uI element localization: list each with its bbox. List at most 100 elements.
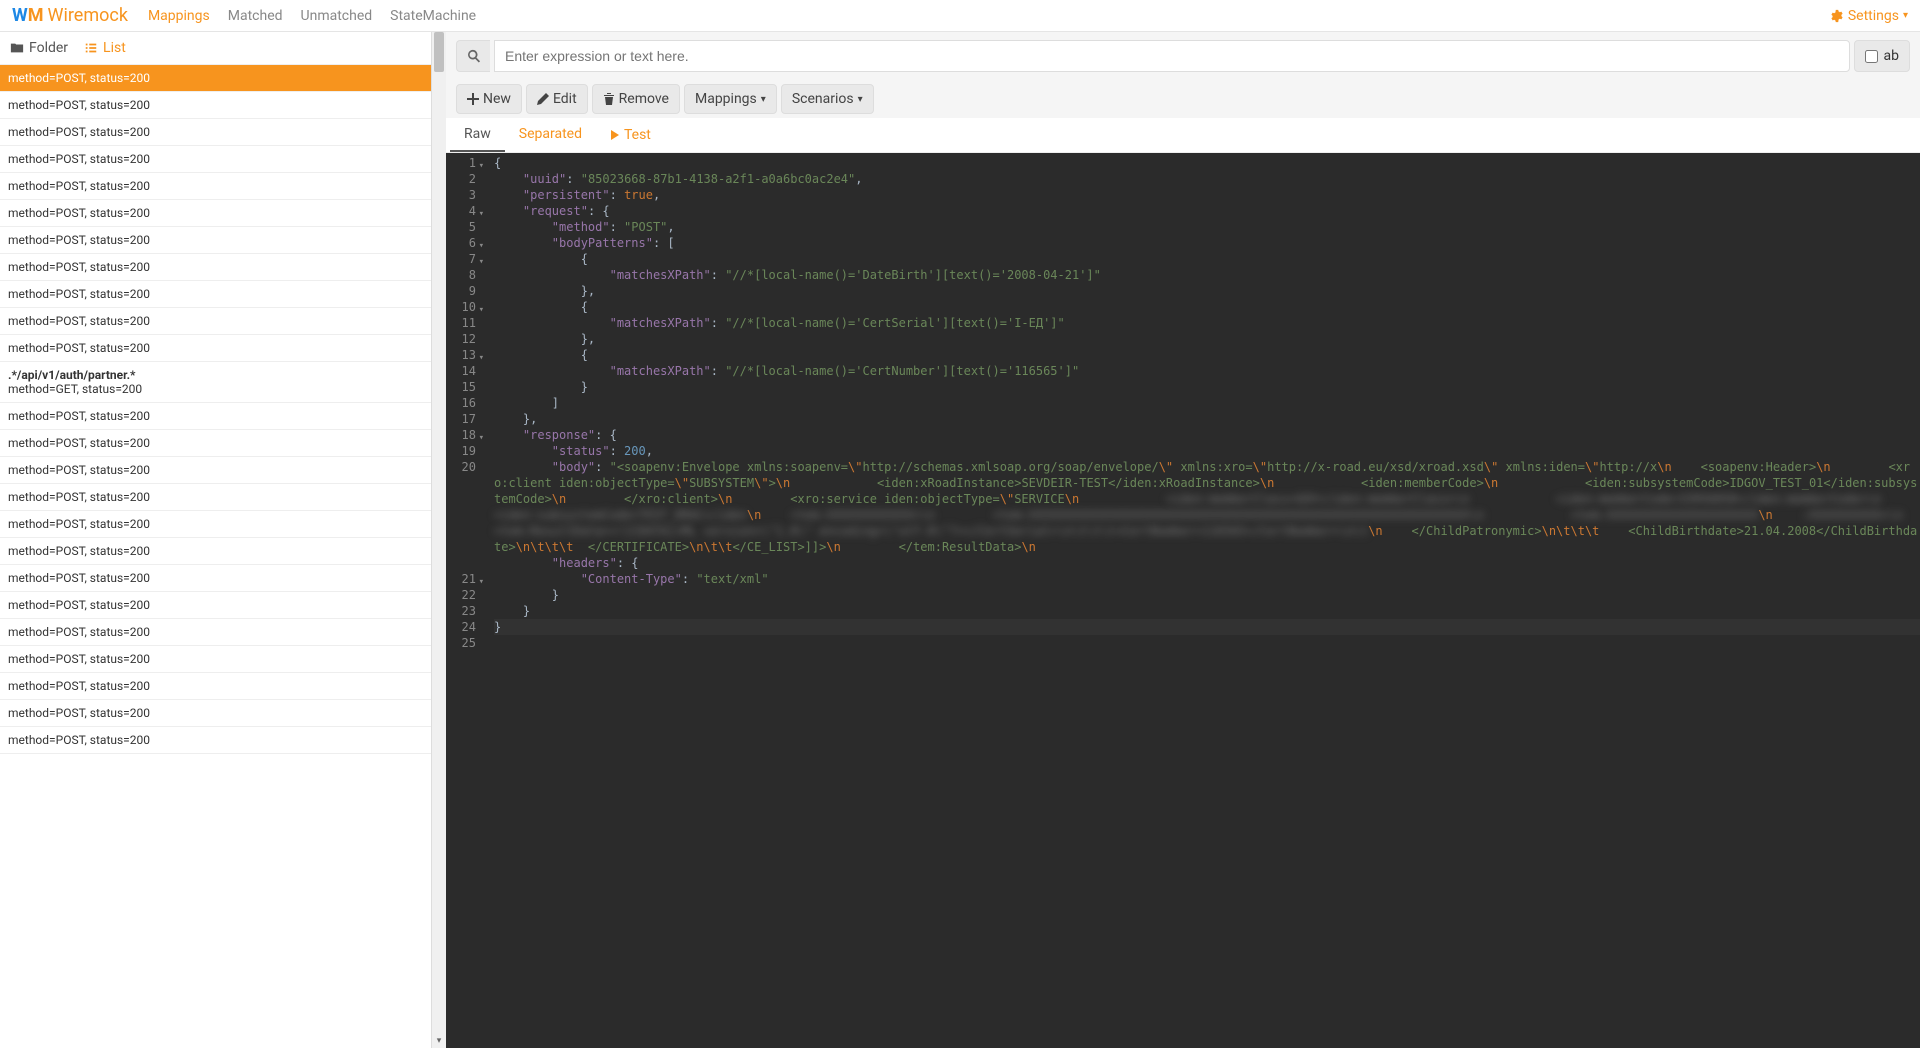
logo-icon: WM [12,5,44,26]
settings-dropdown[interactable]: Settings [1830,8,1908,24]
mapping-item-sub: method=POST, status=200 [8,98,423,112]
new-button[interactable]: New [456,84,522,114]
mapping-item-sub: method=POST, status=200 [8,490,423,504]
mapping-item-sub: method=POST, status=200 [8,679,423,693]
mapping-item-sub: method=POST, status=200 [8,517,423,531]
scenarios-dropdown-label: Scenarios [792,91,854,107]
tab-raw[interactable]: Raw [450,118,505,152]
mapping-item[interactable]: method=POST, status=200 [0,484,431,511]
mappings-dropdown[interactable]: Mappings [684,84,777,114]
mapping-item[interactable]: method=POST, status=200 [0,457,431,484]
tab-test-label: Test [624,127,651,143]
remove-button-label: Remove [619,91,669,107]
tab-separated[interactable]: Separated [505,118,596,152]
scroll-down-arrow[interactable]: ▾ [432,1034,446,1048]
sidebar-tab-list[interactable]: List [84,40,126,56]
sidebar-scrollbar[interactable]: ▴ ▾ [432,32,446,1048]
sidebar-tab-list-label: List [103,40,126,56]
code-editor[interactable]: 1▾234▾56▾7▾8910▾111213▾1415161718▾192021… [446,153,1920,1048]
mapping-item[interactable]: method=POST, status=200 [0,65,431,92]
sidebar-scrollbar-thumb[interactable] [434,32,444,72]
mapping-item-sub: method=POST, status=200 [8,341,423,355]
mapping-list[interactable]: method=POST, status=200 method=POST, stat… [0,65,431,1048]
search-icon-box [456,40,490,72]
mapping-item-sub: method=POST, status=200 [8,233,423,247]
list-icon [84,41,98,55]
mapping-item[interactable]: method=POST, status=200 [0,335,431,362]
logo: WM Wiremock [12,5,128,26]
sidebar-tab-folder[interactable]: Folder [10,40,68,56]
mapping-item-sub: method=POST, status=200 [8,544,423,558]
mapping-item-sub: method=POST, status=200 [8,179,423,193]
search-input[interactable] [494,40,1850,72]
mapping-item[interactable]: method=POST, status=200 [0,646,431,673]
plus-icon [467,93,479,105]
edit-button[interactable]: Edit [526,84,588,114]
mapping-item-sub: method=POST, status=200 [8,436,423,450]
mapping-item-sub: method=POST, status=200 [8,409,423,423]
mapping-item-sub: method=POST, status=200 [8,314,423,328]
sidebar-tabs: Folder List [0,32,431,65]
mapping-item-sub: method=POST, status=200 [8,625,423,639]
mapping-item[interactable]: method=POST, status=200 [0,308,431,335]
search-checkbox-group[interactable]: ab [1854,40,1910,72]
editor-gutter: 1▾234▾56▾7▾8910▾111213▾1415161718▾192021… [446,153,482,1048]
mapping-item[interactable]: method=POST, status=200 [0,673,431,700]
mapping-item-sub: method=POST, status=200 [8,152,423,166]
header: WM Wiremock Mappings Matched Unmatched S… [0,0,1920,32]
main-panel: ab New Edit Remove Mappings Scenarios [446,32,1920,1048]
mapping-item[interactable]: method=POST, status=200 [0,92,431,119]
nav-statemachine[interactable]: StateMachine [390,8,476,24]
pencil-icon [537,93,549,105]
remove-button[interactable]: Remove [592,84,680,114]
mapping-item[interactable]: method=POST, status=200 [0,430,431,457]
nav-mappings[interactable]: Mappings [148,8,210,24]
mapping-item[interactable]: method=POST, status=200 [0,565,431,592]
mapping-item[interactable]: method=POST, status=200 [0,700,431,727]
mapping-item[interactable]: method=POST, status=200 [0,538,431,565]
nav-matched[interactable]: Matched [228,8,283,24]
mapping-item-sub: method=POST, status=200 [8,206,423,220]
mapping-item[interactable]: method=POST, status=200 [0,200,431,227]
mapping-item-sub: method=POST, status=200 [8,463,423,477]
search-bar: ab [446,32,1920,80]
mapping-item-sub: method=POST, status=200 [8,287,423,301]
mapping-item[interactable]: method=POST, status=200 [0,511,431,538]
mapping-item-title: .*/api/v1/auth/partner.* [8,368,423,382]
edit-button-label: Edit [553,91,577,107]
mapping-item[interactable]: method=POST, status=200 [0,727,431,754]
mapping-item[interactable]: .*/api/v1/auth/partner.*method=GET, stat… [0,362,431,403]
mapping-item[interactable]: method=POST, status=200 [0,119,431,146]
mapping-item-sub: method=POST, status=200 [8,652,423,666]
mapping-item[interactable]: method=POST, status=200 [0,173,431,200]
mapping-item-sub: method=POST, status=200 [8,733,423,747]
mapping-item-sub: method=POST, status=200 [8,706,423,720]
gear-icon [1830,9,1844,23]
scenarios-dropdown[interactable]: Scenarios [781,84,874,114]
sidebar: Folder List method=POST, status=200metho… [0,32,432,1048]
logo-text: Wiremock [48,5,128,26]
settings-label: Settings [1848,8,1899,24]
sidebar-tab-folder-label: Folder [29,40,68,56]
trash-icon [603,93,615,105]
mapping-item[interactable]: method=POST, status=200 [0,146,431,173]
folder-icon [10,41,24,55]
mapping-item[interactable]: method=POST, status=200 [0,592,431,619]
editor-code[interactable]: { "uuid": "85023668-87b1-4138-a2f1-a0a6b… [482,153,1920,1048]
mapping-item[interactable]: method=POST, status=200 [0,254,431,281]
play-icon [610,130,620,140]
mapping-item-sub: method=POST, status=200 [8,260,423,274]
mappings-dropdown-label: Mappings [695,91,757,107]
mapping-item-sub: method=POST, status=200 [8,71,423,85]
content-tabs: Raw Separated Test [446,118,1920,153]
mapping-item[interactable]: method=POST, status=200 [0,281,431,308]
mapping-item[interactable]: method=POST, status=200 [0,403,431,430]
mapping-item-sub: method=POST, status=200 [8,125,423,139]
tab-test[interactable]: Test [596,118,665,152]
nav-unmatched[interactable]: Unmatched [301,8,373,24]
mapping-item[interactable]: method=POST, status=200 [0,619,431,646]
mapping-item-sub: method=GET, status=200 [8,382,423,396]
toolbar: New Edit Remove Mappings Scenarios [446,80,1920,118]
search-case-checkbox[interactable] [1865,50,1878,63]
mapping-item[interactable]: method=POST, status=200 [0,227,431,254]
